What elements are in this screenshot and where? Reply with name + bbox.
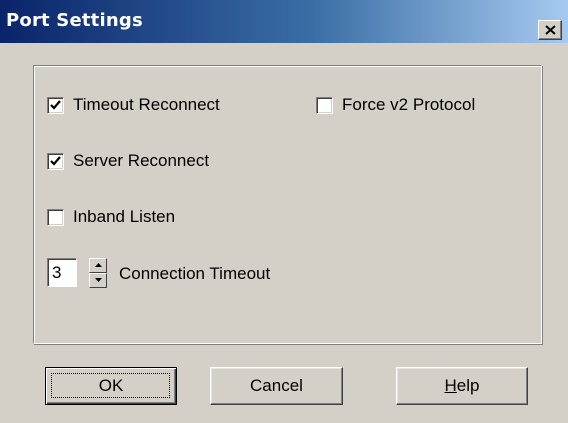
checkmark-icon bbox=[50, 155, 61, 166]
force-v2-protocol-label: Force v2 Protocol bbox=[342, 95, 476, 114]
timeout-reconnect-checkbox[interactable] bbox=[47, 96, 64, 114]
spin-down-button[interactable] bbox=[89, 273, 107, 288]
cancel-button-label: Cancel bbox=[250, 376, 303, 395]
title-bar[interactable]: Port Settings bbox=[0, 0, 568, 43]
force-v2-protocol-checkbox[interactable] bbox=[316, 96, 333, 114]
inband-listen-label: Inband Listen bbox=[73, 207, 176, 226]
server-reconnect-option[interactable]: Server Reconnect bbox=[47, 151, 209, 171]
help-mnemonic: H bbox=[444, 376, 457, 395]
connection-timeout-input[interactable]: 3 bbox=[47, 258, 77, 287]
window-title: Port Settings bbox=[6, 10, 143, 31]
close-icon bbox=[545, 25, 556, 35]
timeout-reconnect-label: Timeout Reconnect bbox=[73, 95, 220, 114]
connection-timeout-spinner[interactable] bbox=[89, 258, 107, 288]
timeout-reconnect-option[interactable]: Timeout Reconnect bbox=[47, 95, 220, 115]
connection-timeout-label: Connection Timeout bbox=[119, 264, 271, 283]
checkmark-icon bbox=[50, 99, 61, 110]
ok-button-label: OK bbox=[98, 376, 124, 395]
close-button[interactable] bbox=[538, 20, 562, 40]
cancel-button[interactable]: Cancel bbox=[210, 367, 343, 405]
server-reconnect-label: Server Reconnect bbox=[73, 151, 210, 170]
inband-listen-checkbox[interactable] bbox=[47, 208, 64, 226]
inband-listen-option[interactable]: Inband Listen bbox=[47, 207, 175, 227]
arrow-up-icon bbox=[95, 263, 102, 267]
spin-up-button[interactable] bbox=[89, 258, 107, 273]
help-button[interactable]: Help bbox=[396, 367, 528, 405]
force-v2-protocol-option[interactable]: Force v2 Protocol bbox=[316, 95, 475, 115]
server-reconnect-checkbox[interactable] bbox=[47, 152, 64, 170]
ok-button[interactable]: OK bbox=[45, 367, 177, 405]
arrow-down-icon bbox=[95, 278, 102, 282]
help-button-label: elp bbox=[456, 376, 480, 395]
